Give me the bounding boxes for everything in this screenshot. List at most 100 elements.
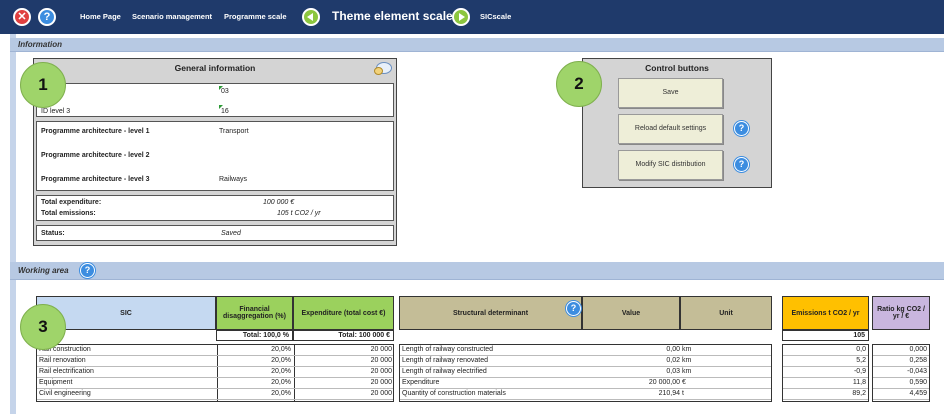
unit-column-header: Unit (680, 296, 772, 330)
unit-cell: km (682, 346, 692, 353)
comment-icon[interactable] (374, 62, 392, 75)
ratio-column-header: Ratio kg CO2 / yr / € (872, 296, 930, 330)
nav-home-page[interactable]: Home Page (80, 12, 121, 21)
table-row[interactable]: Expenditure 20 000,00 € (400, 378, 771, 389)
table-row[interactable]: Equipment 20,0% 20 000 (37, 378, 393, 389)
total-emissions-value: 105 t CO2 / yr (277, 210, 321, 217)
table-row[interactable]: Rail electrification 20,0% 20 000 (37, 367, 393, 378)
total-expenditure-value: 100 000 € (263, 199, 295, 206)
nav-programme-scale[interactable]: Programme scale (224, 12, 287, 21)
expenditure-cell: 20 000 (370, 379, 392, 386)
id-level-1-value: 03 (221, 88, 229, 95)
arch-level-3-value: Railways (219, 176, 248, 183)
table-row: 0,590 (873, 378, 929, 389)
structural-determinant-table: Length of railway constructed 0,00 km Le… (399, 344, 772, 402)
structural-cell: Quantity of construction materials (402, 390, 506, 397)
table-row: 0,0 (783, 345, 868, 356)
expenditure-cell: 20 000 (370, 346, 392, 353)
table-row: 5,2 (783, 356, 868, 367)
structural-determinant-header: Structural determinant ? (399, 296, 582, 330)
nav-theme-element-scale[interactable]: Theme element scale (332, 9, 453, 23)
arch-level-3-label: Programme architecture - level 3 (41, 176, 150, 183)
ratio-table: 0,000 0,258 -0,043 0,590 4,459 (872, 344, 930, 402)
financial-cell[interactable]: 20,0% (219, 379, 291, 386)
general-information-title: General information (174, 63, 256, 73)
structural-cell: Length of railway constructed (402, 346, 494, 353)
financial-total-cell: Total: 100,0 % (216, 330, 293, 341)
callout-badge-1: 1 (20, 62, 66, 108)
help-icon[interactable]: ? (38, 8, 56, 26)
status-value: Saved (221, 230, 241, 237)
financial-cell[interactable]: 20,0% (219, 346, 291, 353)
structural-cell: Expenditure (402, 379, 440, 386)
table-row[interactable]: Rail renovation 20,0% 20 000 (37, 356, 393, 367)
total-emissions-label: Total emissions: (41, 210, 96, 217)
arrow-left-icon[interactable] (302, 8, 320, 26)
emissions-cell: -0,9 (853, 368, 866, 375)
arrow-right-icon[interactable] (452, 8, 470, 26)
ratio-cell: 4,459 (909, 390, 927, 397)
value-cell[interactable]: 0,02 (590, 357, 680, 364)
help-icon[interactable]: ? (734, 121, 749, 136)
working-area-label: Working area (18, 266, 69, 275)
table-row: -0,043 (873, 367, 929, 378)
reload-default-settings-button[interactable]: Reload default settings (618, 114, 723, 144)
sic-cell: Rail electrification (39, 368, 94, 375)
callout-badge-2: 2 (556, 61, 602, 107)
general-information-panel: General information 03 ID level 3 16 Pro… (33, 58, 397, 246)
table-row[interactable]: Civil engineering 20,0% 20 000 (37, 389, 393, 400)
nav-scenario-management[interactable]: Scenario management (132, 12, 212, 21)
emissions-cell: 89,2 (852, 390, 866, 397)
modify-sic-distribution-button[interactable]: Modify SIC distribution (618, 150, 723, 180)
sic-cell: Equipment (39, 379, 73, 386)
control-buttons-title: Control buttons (645, 63, 709, 73)
value-cell[interactable]: 0,00 (590, 346, 680, 353)
architecture-box: Programme architecture - level 1 Transpo… (36, 121, 394, 191)
table-row[interactable]: Length of railway renovated 0,02 km (400, 356, 771, 367)
ratio-cell: 0,258 (909, 357, 927, 364)
help-icon[interactable]: ? (80, 263, 95, 278)
expenditure-cell: 20 000 (370, 390, 392, 397)
emissions-cell: 11,8 (852, 379, 866, 386)
ratio-cell: -0,043 (907, 368, 927, 375)
callout-badge-3: 3 (20, 304, 66, 350)
sic-data-table: Rail construction 20,0% 20 000 Rail reno… (36, 344, 394, 402)
table-row[interactable]: Rail construction 20,0% 20 000 (37, 345, 393, 356)
table-row[interactable]: Quantity of construction materials 210,9… (400, 389, 771, 400)
left-margin-strip (10, 34, 16, 414)
save-button[interactable]: Save (618, 78, 723, 108)
table-row: 0,258 (873, 356, 929, 367)
value-cell[interactable]: 20 000,00 (590, 379, 680, 386)
table-row: 11,8 (783, 378, 868, 389)
table-row: 89,2 (783, 389, 868, 400)
emissions-cell: 0,0 (856, 346, 866, 353)
table-row[interactable]: Length of railway electrified 0,03 km (400, 367, 771, 378)
financial-cell[interactable]: 20,0% (219, 390, 291, 397)
financial-cell[interactable]: 20,0% (219, 368, 291, 375)
structural-cell: Length of railway electrified (402, 368, 487, 375)
nav-sic-scale[interactable]: SICscale (480, 12, 511, 21)
value-cell[interactable]: 210,94 (590, 390, 680, 397)
help-icon[interactable]: ? (566, 301, 581, 316)
value-column-header: Value (582, 296, 680, 330)
expenditure-cell: 20 000 (370, 357, 392, 364)
emissions-cell: 5,2 (856, 357, 866, 364)
arch-level-2-label: Programme architecture - level 2 (41, 152, 150, 159)
value-cell[interactable]: 0,03 (590, 368, 680, 375)
table-row[interactable]: Length of railway constructed 0,00 km (400, 345, 771, 356)
table-row: 0,000 (873, 345, 929, 356)
expenditure-header: Expenditure (total cost €) (293, 296, 394, 330)
ratio-cell: 0,000 (909, 346, 927, 353)
totals-box: Total expenditure: 100 000 € Total emiss… (36, 195, 394, 221)
financial-cell[interactable]: 20,0% (219, 357, 291, 364)
structural-cell: Length of railway renovated (402, 357, 488, 364)
help-icon[interactable]: ? (734, 157, 749, 172)
close-icon[interactable]: ✕ (13, 8, 31, 26)
status-label: Status: (41, 230, 65, 237)
financial-disaggregation-header: Financial disaggregation (%) (216, 296, 293, 330)
information-label: Information (18, 40, 62, 49)
id-box: 03 ID level 3 16 (36, 83, 394, 117)
expenditure-cell: 20 000 (370, 368, 392, 375)
total-expenditure-label: Total expenditure: (41, 199, 102, 206)
arch-level-1-label: Programme architecture - level 1 (41, 128, 150, 135)
